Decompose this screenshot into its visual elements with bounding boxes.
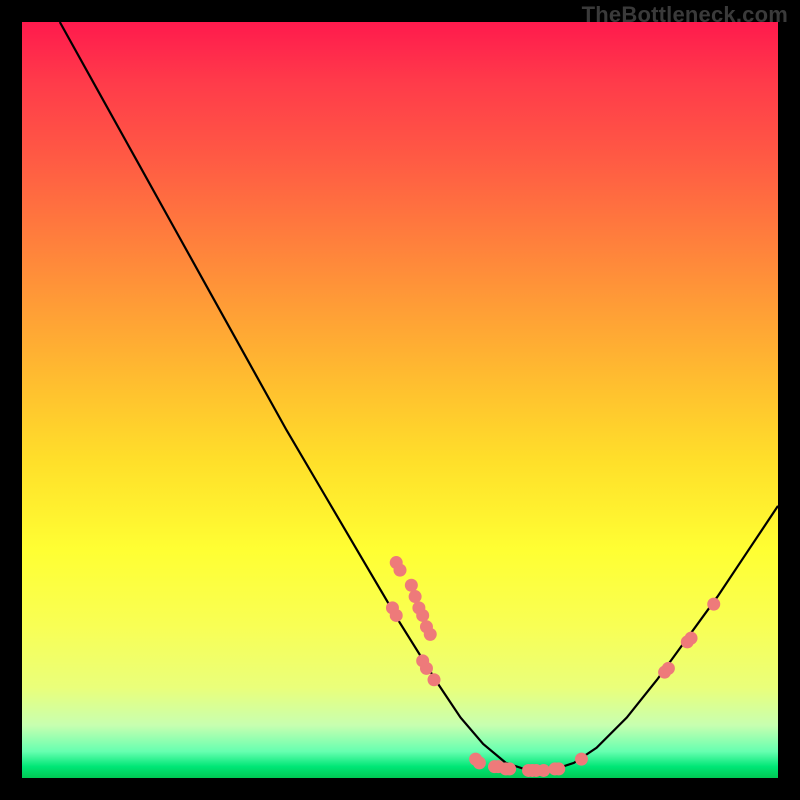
data-point <box>707 598 720 611</box>
data-point <box>390 609 403 622</box>
data-point <box>537 764 550 777</box>
data-point <box>662 662 675 675</box>
data-point <box>428 673 441 686</box>
data-point <box>473 756 486 769</box>
data-point <box>685 632 698 645</box>
data-point <box>394 564 407 577</box>
data-point <box>575 753 588 766</box>
chart-svg <box>22 22 778 778</box>
data-point <box>552 762 565 775</box>
data-point <box>424 628 437 641</box>
data-point <box>420 662 433 675</box>
data-point <box>405 579 418 592</box>
watermark-text: TheBottleneck.com <box>582 2 788 28</box>
data-point <box>409 590 422 603</box>
data-points <box>386 556 720 777</box>
data-point <box>503 762 516 775</box>
data-point <box>416 609 429 622</box>
